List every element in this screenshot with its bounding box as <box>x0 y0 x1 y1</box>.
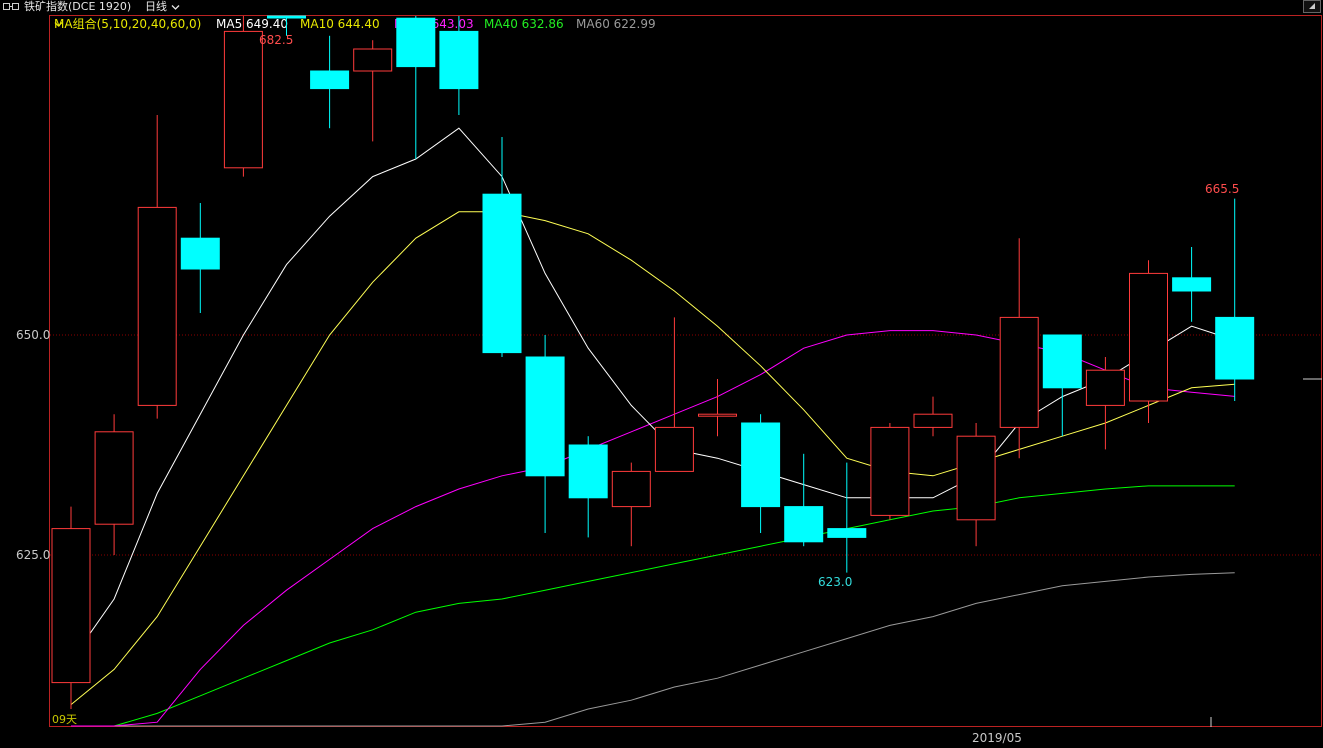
chart-frame <box>49 15 1322 727</box>
link-icon <box>3 3 19 10</box>
ma10-value: MA10 644.40 <box>300 17 380 31</box>
ma-combo-selector[interactable]: MA组合(5,10,20,40,60,0) <box>54 16 201 32</box>
symbol-title: 铁矿指数(DCE 1920) <box>24 0 132 13</box>
y-tick-label: 650.0 <box>16 328 51 342</box>
recent-high-label: 665.5 <box>1205 182 1240 196</box>
bottom-counter-text: 09天 <box>52 713 77 726</box>
y-tick-label: 625.0 <box>16 548 51 562</box>
x-date-label: 2019/05 <box>972 731 1022 745</box>
title-bar: 铁矿指数(DCE 1920) 日线 <box>0 0 1323 14</box>
period-label: 日线 <box>145 0 167 13</box>
low-price-label: 623.0 <box>818 575 853 589</box>
panel-corner-icon[interactable] <box>1303 0 1321 13</box>
ma60-value: MA60 622.99 <box>576 17 656 31</box>
ma5-value: MA5 649.40 <box>216 17 288 31</box>
ma40-value: MA40 632.86 <box>484 17 564 31</box>
high-price-label: 682.5 <box>259 33 294 47</box>
chevron-down-icon <box>171 4 179 10</box>
ma20-value: MA20 643.03 <box>394 17 474 31</box>
ma-combo-label: MA组合(5,10,20,40,60,0) <box>54 17 202 31</box>
period-selector[interactable]: 日线 <box>145 0 180 14</box>
